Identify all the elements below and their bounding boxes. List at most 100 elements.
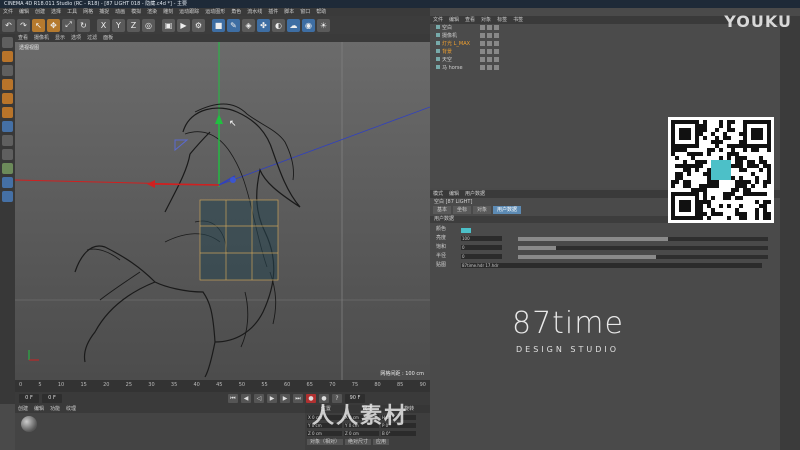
light-icon[interactable]: ☀: [317, 18, 330, 32]
attribute-tab[interactable]: 坐标: [453, 206, 472, 214]
snap-icon[interactable]: [2, 135, 13, 146]
sculpt-icon[interactable]: [2, 163, 13, 174]
current-frame-field[interactable]: 0 F: [42, 394, 62, 403]
menu-item-0[interactable]: 文件: [3, 9, 13, 15]
attribute-value[interactable]: 100: [461, 236, 502, 241]
visibility-dot-icon[interactable]: [487, 25, 492, 30]
object-row[interactable]: 天空: [430, 56, 780, 64]
object-row[interactable]: 灯光 L_MAX: [430, 40, 780, 48]
menu-item-6[interactable]: 捕捉: [99, 9, 109, 15]
subdivision-icon[interactable]: ◈: [242, 18, 255, 32]
menu-item-4[interactable]: 工具: [67, 9, 77, 15]
attribute-menu-item-1[interactable]: 编辑: [449, 191, 459, 197]
visibility-dot-icon[interactable]: [480, 57, 485, 62]
attribute-slider[interactable]: [518, 237, 768, 241]
solo-icon[interactable]: [2, 191, 13, 202]
play-icon[interactable]: ▶: [267, 394, 277, 403]
menu-item-11[interactable]: 运动跟踪: [179, 9, 199, 15]
menu-item-14[interactable]: 流水线: [247, 9, 262, 15]
object-menu-item-1[interactable]: 编辑: [449, 17, 459, 23]
menu-item-7[interactable]: 动画: [115, 9, 125, 15]
attribute-tab[interactable]: 对象: [473, 206, 492, 214]
menu-item-3[interactable]: 选择: [51, 9, 61, 15]
visibility-dot-icon[interactable]: [487, 33, 492, 38]
menu-item-1[interactable]: 编辑: [19, 9, 29, 15]
prev-key-icon[interactable]: ◀: [241, 394, 251, 403]
viewport-menu-item-4[interactable]: 过滤: [87, 35, 97, 41]
edges-mode-icon[interactable]: [2, 93, 13, 104]
move-icon[interactable]: ✥: [47, 18, 60, 32]
menu-item-12[interactable]: 运动图形: [205, 9, 225, 15]
visibility-dot-icon[interactable]: [480, 33, 485, 38]
menu-item-10[interactable]: 雕刻: [163, 9, 173, 15]
object-row[interactable]: 摄像机: [430, 32, 780, 40]
visibility-dot-icon[interactable]: [494, 49, 499, 54]
visibility-dot-icon[interactable]: [480, 41, 485, 46]
goto-start-icon[interactable]: ⏮: [228, 394, 238, 403]
attribute-tab[interactable]: 基本: [433, 206, 452, 214]
coord-mode-select[interactable]: 对象（相对）: [307, 438, 344, 445]
object-row[interactable]: 马 horse: [430, 64, 780, 72]
object-row[interactable]: 背景: [430, 48, 780, 56]
texture-mode-icon[interactable]: [2, 51, 13, 62]
material-ball[interactable]: [21, 416, 37, 432]
coord-field[interactable]: Z 0 cm: [344, 431, 379, 436]
visibility-dot-icon[interactable]: [494, 57, 499, 62]
attribute-menu-item-2[interactable]: 用户数据: [465, 191, 485, 197]
viewport[interactable]: ↖ 透视视图 网格间距 : 100 cm: [15, 42, 430, 380]
menu-item-17[interactable]: 窗口: [300, 9, 310, 15]
visibility-dot-icon[interactable]: [480, 65, 485, 70]
viewport-menu-item-2[interactable]: 显示: [55, 35, 65, 41]
z-axis-icon[interactable]: Z: [127, 18, 140, 32]
world-icon[interactable]: ◎: [142, 18, 155, 32]
redo-icon[interactable]: ↷: [17, 18, 30, 32]
visibility-dot-icon[interactable]: [487, 65, 492, 70]
material-menu-item-2[interactable]: 功能: [50, 406, 60, 412]
visibility-dot-icon[interactable]: [480, 25, 485, 30]
viewport-menu-item-1[interactable]: 摄像机: [34, 35, 49, 41]
timeline[interactable]: 0 5 10 15 20 25 30 35 40 45 50 55 60 65 70 75 80 85 90: [15, 380, 430, 392]
play-back-icon[interactable]: ◁: [254, 394, 264, 403]
menu-item-13[interactable]: 角色: [231, 9, 241, 15]
color-swatch[interactable]: [461, 228, 471, 233]
object-menu-item-2[interactable]: 查看: [465, 17, 475, 23]
visibility-dot-icon[interactable]: [487, 57, 492, 62]
viewport-menu-item-3[interactable]: 选项: [71, 35, 81, 41]
x-axis-icon[interactable]: X: [97, 18, 110, 32]
next-key-icon[interactable]: ▶: [280, 394, 290, 403]
render-view-icon[interactable]: ▣: [162, 18, 175, 32]
goto-end-icon[interactable]: ⏭: [293, 394, 303, 403]
object-menu-item-0[interactable]: 文件: [433, 17, 443, 23]
model-mode-icon[interactable]: [2, 37, 13, 48]
start-frame-field[interactable]: 0 F: [19, 394, 39, 403]
attribute-value[interactable]: 87time.hdr 17.hdr: [461, 263, 762, 268]
visibility-dot-icon[interactable]: [487, 41, 492, 46]
points-mode-icon[interactable]: [2, 79, 13, 90]
attribute-value[interactable]: 0: [461, 254, 502, 259]
menu-item-2[interactable]: 创建: [35, 9, 45, 15]
menu-item-9[interactable]: 渲染: [147, 9, 157, 15]
cube-icon[interactable]: ■: [212, 18, 225, 32]
visibility-dot-icon[interactable]: [494, 33, 499, 38]
apply-button[interactable]: 应用: [373, 438, 390, 445]
menu-item-15[interactable]: 插件: [268, 9, 278, 15]
scene-icon[interactable]: ☁: [287, 18, 300, 32]
attribute-slider[interactable]: [518, 246, 768, 250]
size-mode-select[interactable]: 绝对尺寸: [345, 438, 372, 445]
material-menu-item-0[interactable]: 创建: [18, 406, 28, 412]
menu-item-16[interactable]: 脚本: [284, 9, 294, 15]
workplane-icon[interactable]: [2, 65, 13, 76]
coord-field[interactable]: B 0°: [381, 431, 416, 436]
grid-icon[interactable]: [2, 177, 13, 188]
camera-icon[interactable]: ◉: [302, 18, 315, 32]
visibility-dot-icon[interactable]: [480, 49, 485, 54]
scale-icon[interactable]: ⤢: [62, 18, 75, 32]
render-settings-icon[interactable]: ⚙: [192, 18, 205, 32]
rotate-icon[interactable]: ↻: [77, 18, 90, 32]
attribute-slider[interactable]: [518, 255, 768, 259]
viewport-menu-item-0[interactable]: 查看: [18, 35, 28, 41]
menu-item-8[interactable]: 模拟: [131, 9, 141, 15]
material-menu-item-1[interactable]: 编辑: [34, 406, 44, 412]
object-menu-item-4[interactable]: 标签: [497, 17, 507, 23]
undo-icon[interactable]: ↶: [2, 18, 15, 32]
